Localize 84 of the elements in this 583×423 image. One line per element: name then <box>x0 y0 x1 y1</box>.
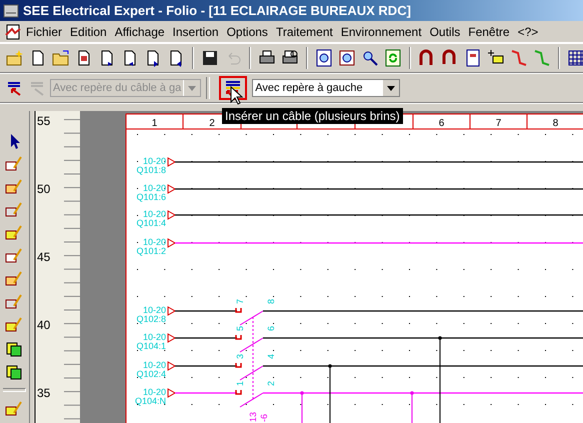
contact-blade <box>240 366 264 380</box>
contact-blade <box>240 338 264 352</box>
refresh-icon[interactable] <box>383 48 403 68</box>
window-title: SEE Electrical Expert - Folio - [11 ECLAIRAGE BUREAUX RDC] <box>23 3 411 18</box>
contact-number: 8 <box>266 298 276 304</box>
document-icon[interactable] <box>4 22 22 40</box>
app-icon <box>3 2 19 18</box>
column-number: 1 <box>152 118 158 129</box>
tooltip: Insérer un câble (plusieurs brins) <box>222 108 403 124</box>
junction <box>300 391 304 423</box>
wire <box>175 310 237 312</box>
wire-start-arrow <box>168 210 176 220</box>
wire-reference: 10-20 <box>142 209 166 219</box>
contact-icon <box>235 335 242 340</box>
multi-cable-icon <box>224 79 242 97</box>
contact-blade <box>240 310 264 326</box>
wire-reference: 10-20 <box>142 360 166 370</box>
wire-reference: 10-20 <box>142 183 166 193</box>
new-folder-icon[interactable] <box>5 48 25 68</box>
ruler-label: 40 <box>36 318 50 332</box>
contact-number: 5 <box>235 326 245 331</box>
ruler-label: 55 <box>36 114 50 128</box>
menu-item[interactable]: Fichier <box>22 24 66 38</box>
ruler-label: 50 <box>36 182 50 196</box>
wire-reference: 10-20 <box>142 387 166 397</box>
menu-item[interactable]: Outils <box>426 24 464 38</box>
menu-item[interactable]: Fenêtre <box>464 24 514 38</box>
menu-item[interactable]: Insertion <box>168 24 223 38</box>
contact-number: 3 <box>235 354 245 359</box>
menu-item[interactable]: Traitement <box>272 24 337 38</box>
contact-number: 7 <box>235 298 245 304</box>
caret-icon <box>188 86 196 90</box>
switch-tag: -6 <box>259 414 269 422</box>
zoom-window-icon[interactable] <box>337 48 357 68</box>
junction <box>328 364 332 423</box>
column-number: 7 <box>496 118 502 129</box>
wire-destination: Q101:2 <box>136 246 166 256</box>
contact-number: 1 <box>235 380 245 386</box>
caret-icon <box>387 86 396 90</box>
contact-number: 6 <box>266 326 276 331</box>
wire-start-arrow <box>168 361 176 371</box>
menu-item[interactable]: Edition <box>66 24 111 38</box>
wire-destination: Q102:8 <box>136 314 166 324</box>
wire-start-arrow <box>168 157 176 167</box>
column-number: 2 <box>209 118 215 129</box>
contact-icon <box>235 363 242 368</box>
wire-start-arrow <box>168 306 176 316</box>
wire-start-arrow <box>168 184 176 194</box>
open-folder-icon[interactable] <box>51 48 71 68</box>
wire-reference: 10-20 <box>142 332 166 342</box>
zoom-page-icon[interactable] <box>314 48 334 68</box>
wire-start-arrow <box>168 388 176 398</box>
contact-number: 2 <box>266 380 276 386</box>
contact-blade <box>240 392 264 408</box>
wire-destination: Q104:N <box>134 396 166 406</box>
wire-reference: 10-20 <box>142 237 166 247</box>
wire-reference: 10-20 <box>142 305 166 315</box>
ruler-label: 35 <box>36 386 50 400</box>
contact-number: 4 <box>266 354 276 359</box>
menu-item[interactable]: Options <box>222 24 272 38</box>
menu-item[interactable]: Environnement <box>336 24 426 38</box>
wire-destination: Q101:6 <box>136 192 166 202</box>
contact-icon <box>235 390 242 395</box>
save-icon[interactable] <box>200 48 220 68</box>
contact-icon <box>235 308 242 313</box>
switch-tag: 13 <box>248 412 258 422</box>
wire <box>175 365 237 367</box>
column-number: 8 <box>552 118 558 129</box>
wire-destination: Q101:8 <box>136 165 166 175</box>
grid-icon[interactable] <box>566 48 583 68</box>
wire-destination: Q102:4 <box>136 369 166 379</box>
wire-start-arrow <box>168 333 176 343</box>
wire-destination: Q101:4 <box>136 218 166 228</box>
wire-start-arrow <box>168 238 176 248</box>
menu-item[interactable]: Affichage <box>110 24 169 38</box>
marker-position-dropdown[interactable]: Avec repère à gauche <box>252 79 400 97</box>
column-number: 6 <box>438 118 444 129</box>
ruler-label: 45 <box>36 250 50 264</box>
junction <box>410 391 414 423</box>
wire <box>175 392 237 394</box>
wire <box>175 337 237 339</box>
wire-destination: Q104:1 <box>136 341 166 351</box>
wire-reference: 10-20 <box>142 156 166 166</box>
menu-item[interactable]: <?> <box>514 24 542 38</box>
